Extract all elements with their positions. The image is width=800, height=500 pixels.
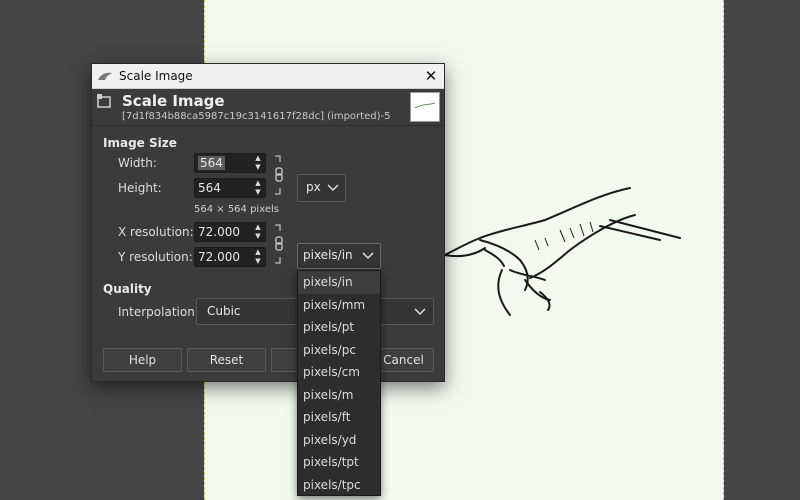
menu-item-pixels-pc[interactable]: pixels/pc xyxy=(298,339,380,362)
size-unit-value: px xyxy=(306,180,321,194)
resolution-unit-menu: pixels/in pixels/mm pixels/pt pixels/pc … xyxy=(297,270,381,496)
help-button[interactable]: Help xyxy=(103,348,182,372)
width-spinbox[interactable]: 564 ▲ ▼ xyxy=(194,153,266,173)
chain-link-icon[interactable] xyxy=(274,154,284,196)
quality-section-title: Quality xyxy=(103,282,152,296)
resolution-unit-value: pixels/in xyxy=(303,248,353,262)
reset-button[interactable]: Reset xyxy=(187,348,266,372)
cancel-button-label: Cancel xyxy=(383,353,424,367)
chevron-down-icon xyxy=(414,308,426,316)
header-subtitle: [7d1f834b88ca5987c19c3141617f28dc] (impo… xyxy=(122,111,391,122)
x-resolution-value[interactable]: 72.000 xyxy=(198,225,240,239)
spin-arrows-icon[interactable]: ▲ ▼ xyxy=(253,248,263,266)
y-resolution-spinbox[interactable]: 72.000 ▲ ▼ xyxy=(194,247,266,267)
menu-item-pixels-tpc[interactable]: pixels/tpc xyxy=(298,474,380,497)
dialog-header: Scale Image [7d1f834b88ca5987c19c3141617… xyxy=(92,89,444,126)
image-thumbnail xyxy=(410,92,440,122)
menu-item-pixels-yd[interactable]: pixels/yd xyxy=(298,429,380,452)
scale-image-dialog: Scale Image ✕ Scale Image [7d1f834b88ca5… xyxy=(91,63,445,382)
x-resolution-label: X resolution: xyxy=(118,225,194,239)
height-spinbox[interactable]: 564 ▲ ▼ xyxy=(194,178,266,198)
close-icon[interactable]: ✕ xyxy=(418,67,444,85)
menu-item-pixels-mm[interactable]: pixels/mm xyxy=(298,294,380,317)
wilber-icon xyxy=(98,72,112,80)
menu-item-pixels-m[interactable]: pixels/m xyxy=(298,384,380,407)
pixel-size-info: 564 × 564 pixels xyxy=(194,204,279,215)
x-resolution-spinbox[interactable]: 72.000 ▲ ▼ xyxy=(194,222,266,242)
menu-item-pixels-ft[interactable]: pixels/ft xyxy=(298,406,380,429)
interpolation-value: Cubic xyxy=(207,304,241,318)
spin-arrows-icon[interactable]: ▲ ▼ xyxy=(253,179,263,197)
height-label: Height: xyxy=(118,181,162,195)
size-unit-dropdown[interactable]: px xyxy=(297,174,346,202)
spin-arrows-icon[interactable]: ▲ ▼ xyxy=(253,223,263,241)
height-value[interactable]: 564 xyxy=(198,181,221,195)
width-value[interactable]: 564 xyxy=(198,156,225,170)
dialog-window-title: Scale Image xyxy=(119,69,193,83)
width-label: Width: xyxy=(118,156,157,170)
y-resolution-value[interactable]: 72.000 xyxy=(198,250,240,264)
chevron-down-icon xyxy=(362,252,374,260)
chain-link-icon[interactable] xyxy=(274,223,284,265)
hand-drawing-image xyxy=(444,187,681,316)
resolution-unit-dropdown[interactable]: pixels/in xyxy=(297,243,381,269)
chevron-down-icon xyxy=(327,184,339,192)
menu-item-pixels-in[interactable]: pixels/in xyxy=(298,271,380,294)
spin-arrows-icon[interactable]: ▲ ▼ xyxy=(253,154,263,172)
menu-item-pixels-cm[interactable]: pixels/cm xyxy=(298,361,380,384)
scale-image-icon xyxy=(97,94,111,108)
header-title: Scale Image xyxy=(122,92,225,110)
dialog-titlebar: Scale Image ✕ xyxy=(92,64,444,89)
menu-item-pixels-tpt[interactable]: pixels/tpt xyxy=(298,451,380,474)
image-size-section-title: Image Size xyxy=(103,136,177,150)
menu-item-pixels-pt[interactable]: pixels/pt xyxy=(298,316,380,339)
interpolation-label: Interpolation: xyxy=(118,305,199,319)
y-resolution-label: Y resolution: xyxy=(118,250,193,264)
